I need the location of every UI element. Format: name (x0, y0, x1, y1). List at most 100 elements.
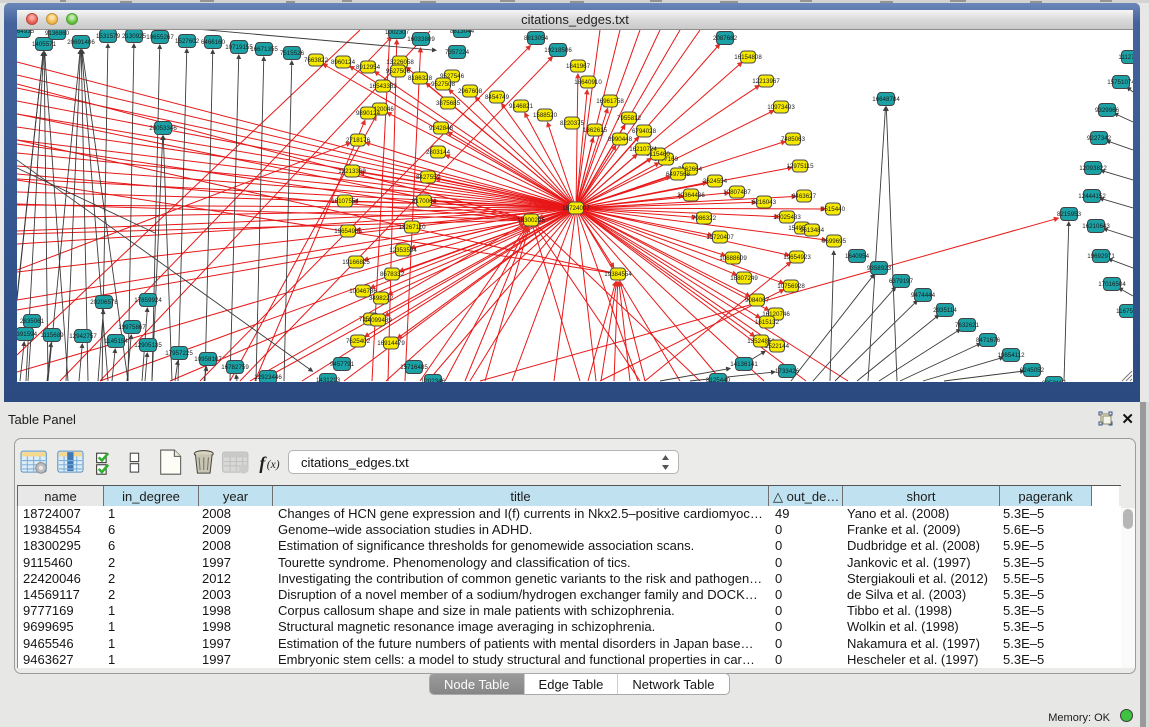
svg-text:12353594: 12353594 (389, 247, 417, 254)
svg-text:8912954: 8912954 (356, 64, 381, 71)
svg-text:19975867: 19975867 (118, 324, 146, 331)
svg-text:1115689: 1115689 (40, 332, 64, 339)
svg-text:7632621: 7632621 (955, 322, 980, 329)
svg-text:10719155: 10719155 (225, 44, 253, 51)
svg-text:9527506: 9527506 (386, 68, 411, 75)
svg-text:13267110: 13267110 (398, 224, 426, 231)
svg-text:1405571: 1405571 (32, 41, 57, 48)
svg-text:19166825: 19166825 (342, 259, 370, 266)
svg-text:6379197: 6379197 (889, 278, 914, 285)
svg-text:1431213: 1431213 (316, 377, 341, 382)
svg-text:3391594: 3391594 (17, 331, 38, 338)
svg-text:7955812: 7955812 (617, 115, 642, 122)
svg-text:9457791: 9457791 (330, 361, 355, 368)
svg-text:2522144: 2522144 (765, 343, 790, 350)
svg-text:2718176: 2718176 (346, 137, 371, 144)
svg-text:9227342: 9227342 (1087, 135, 1112, 142)
svg-text:15720407: 15720407 (706, 234, 734, 241)
svg-text:10654112: 10654112 (997, 352, 1025, 359)
svg-text:1145154: 1145154 (104, 338, 128, 345)
svg-text:8990448: 8990448 (608, 136, 633, 143)
svg-text:8678332: 8678332 (380, 271, 405, 278)
svg-text:10046786: 10046786 (349, 288, 377, 295)
svg-text:3624554: 3624554 (703, 178, 728, 185)
svg-text:8125440: 8125440 (706, 377, 731, 382)
svg-text:19654923: 19654923 (783, 254, 811, 261)
svg-text:18724007: 18724007 (562, 205, 590, 212)
svg-text:9515440: 9515440 (821, 206, 846, 213)
svg-text:2087682: 2087682 (713, 35, 738, 42)
svg-text:6497568: 6497568 (666, 171, 691, 178)
svg-text:16648784: 16648784 (872, 96, 900, 103)
svg-text:2835061: 2835061 (20, 318, 45, 325)
svg-text:16671355: 16671355 (250, 46, 278, 53)
svg-text:16210643: 16210643 (1082, 223, 1110, 230)
svg-text:9699695: 9699695 (822, 238, 847, 245)
svg-text:9136860: 9136860 (45, 30, 70, 37)
svg-text:9463627: 9463627 (792, 193, 817, 200)
svg-text:10688609: 10688609 (719, 255, 747, 262)
svg-text:1167533: 1167533 (1116, 308, 1133, 315)
svg-text:18640910: 18640910 (574, 79, 602, 86)
svg-text:16543382: 16543382 (369, 83, 397, 90)
svg-text:6216043: 6216043 (752, 199, 777, 206)
svg-text:3875685: 3875685 (436, 100, 461, 107)
svg-text:2803144: 2803144 (426, 149, 451, 156)
svg-text:9613484: 9613484 (800, 227, 825, 234)
svg-text:18300295: 18300295 (517, 217, 545, 224)
svg-text:8427552: 8427552 (416, 174, 441, 181)
svg-text:12923446: 12923446 (254, 374, 282, 381)
svg-text:20053346: 20053346 (149, 125, 177, 132)
svg-text:9527508: 9527508 (431, 81, 456, 88)
svg-text:16154808: 16154808 (734, 54, 762, 61)
svg-text:1527602: 1527602 (175, 38, 200, 45)
svg-text:9474444: 9474444 (911, 292, 936, 299)
svg-text:19384554: 19384554 (604, 271, 632, 278)
svg-text:9890124: 9890124 (356, 110, 381, 117)
svg-text:15716485: 15716485 (400, 364, 428, 371)
svg-text:1362615: 1362615 (583, 127, 608, 134)
svg-text:9146821: 9146821 (509, 103, 534, 110)
svg-text:2935114: 2935114 (933, 307, 957, 314)
svg-text:17859924: 17859924 (134, 297, 162, 304)
svg-text:7986322: 7986322 (692, 215, 717, 222)
svg-text:1640954: 1640954 (845, 253, 870, 260)
svg-text:10025433: 10025433 (773, 214, 801, 221)
svg-text:1202346: 1202346 (421, 378, 446, 382)
svg-text:20691406: 20691406 (67, 39, 95, 46)
svg-text:1841967: 1841967 (566, 63, 591, 70)
svg-text:10655267: 10655267 (146, 34, 174, 41)
svg-text:9252117: 9252117 (1042, 380, 1066, 382)
svg-text:1615132: 1615132 (755, 319, 780, 326)
svg-text:2130925: 2130925 (122, 33, 147, 40)
svg-text:8215953: 8215953 (1057, 211, 1082, 218)
svg-text:19654985: 19654985 (334, 228, 362, 235)
svg-text:14099489: 14099489 (364, 317, 392, 324)
svg-text:7625402: 7625402 (346, 338, 371, 345)
svg-text:12905135: 12905135 (134, 342, 162, 349)
svg-text:8220375: 8220375 (560, 120, 585, 127)
svg-text:16210724: 16210724 (629, 146, 657, 153)
svg-text:16961758: 16961758 (596, 98, 624, 105)
svg-text:7485063: 7485063 (781, 136, 806, 143)
svg-text:16107554: 16107554 (331, 198, 359, 205)
svg-text:17957225: 17957225 (165, 350, 193, 357)
svg-text:16033809: 16033809 (407, 36, 435, 43)
svg-text:10973493: 10973493 (767, 104, 795, 111)
svg-text:18807249: 18807249 (730, 275, 758, 282)
svg-text:17016504: 17016504 (1098, 281, 1126, 288)
svg-text:12213369: 12213369 (338, 168, 366, 175)
svg-text:9245052: 9245052 (1020, 367, 1045, 374)
svg-text:9329966: 9329966 (1095, 107, 1120, 114)
svg-text:10756928: 10756928 (777, 283, 805, 290)
svg-text:1002307: 1002307 (385, 30, 410, 36)
svg-text:7663822: 7663822 (304, 57, 329, 64)
svg-text:19218506: 19218506 (544, 47, 572, 54)
svg-text:8454749: 8454749 (485, 94, 510, 101)
svg-text:8186328: 8186328 (408, 75, 433, 82)
svg-text:8170064: 8170064 (412, 198, 437, 205)
svg-text:20364436: 20364436 (677, 192, 705, 199)
svg-text:9358923: 9358923 (867, 265, 892, 272)
svg-text:8960124: 8960124 (331, 59, 356, 66)
svg-text:6794028: 6794028 (632, 128, 657, 135)
